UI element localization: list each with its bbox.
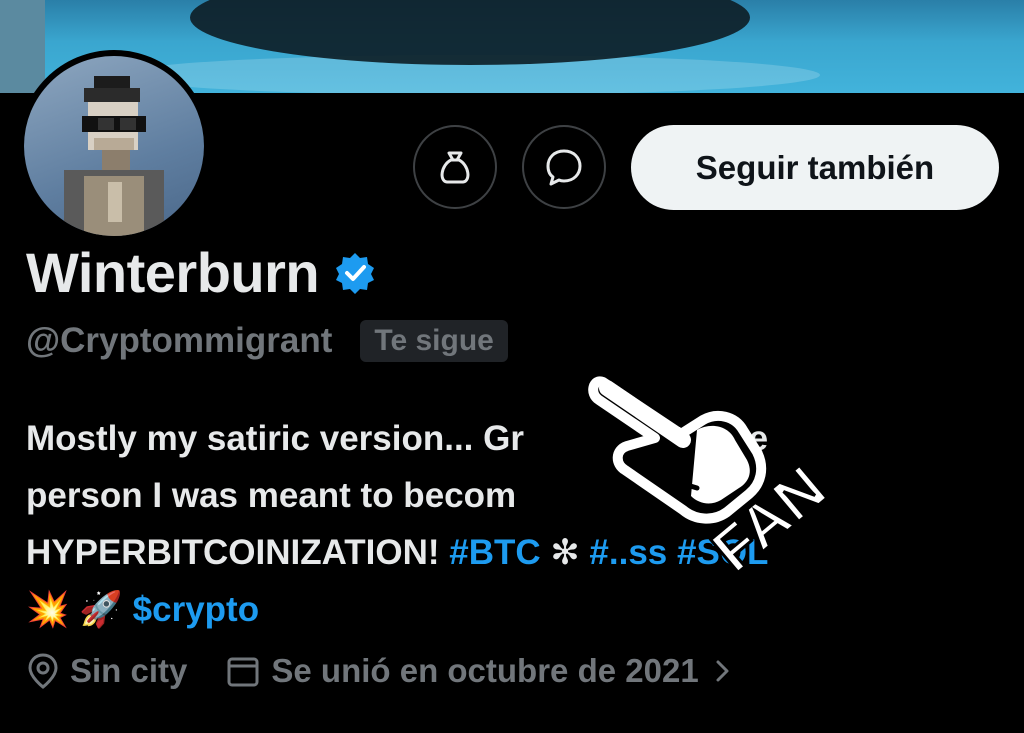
bio: Mostly my satiric version... Gr into the…: [26, 410, 986, 638]
message-button[interactable]: [522, 125, 606, 209]
pointing-hand-icon: [588, 376, 767, 524]
hashtag-btc-link[interactable]: #BTC: [449, 533, 540, 572]
handle: @Cryptommigrant: [26, 321, 333, 360]
location-item: Sin city: [26, 652, 187, 690]
verified-badge-icon: [336, 252, 375, 294]
bio-line: HYPERBITCOINIZATION! #BTC ✻ #..ss #SOL: [26, 533, 769, 572]
bio-line: person I was meant to becom: [26, 476, 517, 515]
location-pin-icon: [28, 653, 58, 689]
bio-line: Mostly my satiric version... Gr into the: [26, 419, 768, 458]
rocket-emoji: 🚀: [79, 590, 123, 630]
fan-sticker: FAN: [588, 376, 835, 587]
joined-text: Se unió en octubre de 2021: [271, 652, 699, 689]
display-name-row: Winterburn: [26, 240, 377, 305]
handle-row: @Cryptommigrant Te sigue: [26, 320, 508, 362]
follow-back-button[interactable]: Seguir también: [631, 125, 999, 210]
chevron-right-icon: [716, 660, 729, 682]
money-bag-icon: [440, 151, 470, 184]
follows-you-badge: Te sigue: [360, 320, 508, 362]
location-text: Sin city: [70, 652, 188, 689]
pixel-portrait-icon: [64, 76, 164, 236]
profile-meta: Sin city Se unió en octubre de 2021: [26, 652, 771, 690]
avatar[interactable]: [18, 50, 210, 242]
joined-item[interactable]: Se unió en octubre de 2021: [225, 652, 732, 690]
calendar-icon: [227, 657, 259, 687]
display-name: Winterburn: [26, 241, 320, 304]
tip-button[interactable]: [413, 125, 497, 209]
cashtag-link[interactable]: $crypto: [133, 590, 259, 629]
message-bubble-icon: [546, 149, 582, 186]
bio-line: 💥 🚀 $crypto: [26, 581, 986, 638]
collision-emoji: 💥: [26, 590, 70, 630]
